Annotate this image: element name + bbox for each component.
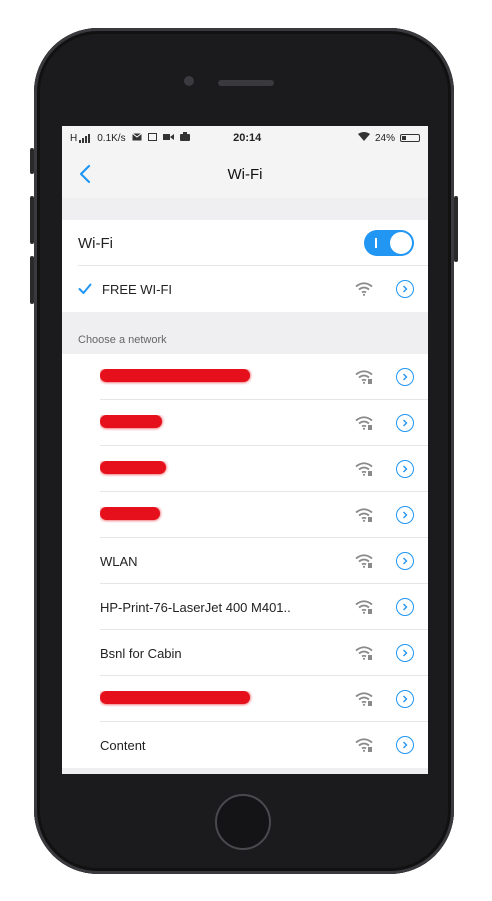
- info-icon[interactable]: [396, 460, 414, 478]
- wifi-locked-signal-icon: [352, 368, 376, 386]
- info-icon[interactable]: [396, 736, 414, 754]
- network-row[interactable]: Bsnl for Cabin: [62, 630, 428, 676]
- network-row[interactable]: [62, 400, 428, 446]
- info-icon[interactable]: [396, 506, 414, 524]
- earpiece-speaker: [218, 80, 274, 86]
- info-icon[interactable]: [396, 368, 414, 386]
- network-name: Content: [100, 737, 146, 753]
- wifi-toggle[interactable]: [364, 230, 414, 256]
- network-row[interactable]: [62, 492, 428, 538]
- wifi-locked-signal-icon: [352, 598, 376, 616]
- checkmark-icon: [78, 283, 98, 295]
- wifi-locked-signal-icon: [352, 460, 376, 478]
- battery-level: [402, 136, 406, 140]
- network-row[interactable]: [62, 354, 428, 400]
- net-speed: 0.1K/s: [97, 132, 126, 144]
- info-icon[interactable]: [396, 414, 414, 432]
- wifi-locked-signal-icon: [352, 736, 376, 754]
- redacted-network-name: [100, 507, 352, 523]
- video-icon: [162, 133, 174, 144]
- status-time: 20:14: [233, 132, 262, 144]
- wifi-signal-icon: [352, 280, 376, 298]
- choose-network-header: Choose a network: [62, 312, 428, 354]
- info-icon[interactable]: [396, 280, 414, 298]
- chevron-left-icon: [79, 164, 91, 184]
- wifi-settings-card: Wi-Fi FREE WI-FI: [62, 220, 428, 312]
- battery-icon: [400, 134, 420, 142]
- wifi-label: Wi-Fi: [78, 234, 113, 252]
- wifi-toggle-row: Wi-Fi: [62, 220, 428, 266]
- network-list: WLAN HP-Print-76-LaserJet 400 M401.. Bsnl …: [62, 354, 428, 768]
- redaction-mark: [100, 369, 250, 382]
- mail-icon: [131, 132, 142, 144]
- wifi-locked-signal-icon: [352, 690, 376, 708]
- front-camera: [184, 76, 194, 86]
- status-bar: H 0.1K/s 20:14 24%: [62, 126, 428, 150]
- redaction-mark: [100, 461, 166, 474]
- volume-down-button: [30, 256, 34, 304]
- network-name: HP-Print-76-LaserJet 400 M401..: [100, 599, 291, 615]
- redaction-mark: [100, 507, 160, 520]
- redacted-network-name: [100, 461, 352, 477]
- back-button[interactable]: [74, 162, 96, 186]
- section-gap: [62, 198, 428, 220]
- redacted-network-name: [100, 369, 352, 385]
- network-row[interactable]: [62, 446, 428, 492]
- info-icon[interactable]: [396, 552, 414, 570]
- wifi-status-icon: [357, 132, 370, 144]
- page-title: Wi-Fi: [227, 165, 263, 183]
- network-row[interactable]: HP-Print-76-LaserJet 400 M401..: [62, 584, 428, 630]
- network-type-label: H: [70, 132, 78, 144]
- mute-switch: [30, 148, 34, 174]
- network-row[interactable]: Content: [62, 722, 428, 768]
- home-button[interactable]: [215, 794, 271, 850]
- notification-icon: [147, 132, 157, 144]
- toggle-on-mark: [375, 238, 377, 248]
- redacted-network-name: [100, 415, 352, 431]
- power-button: [454, 196, 458, 262]
- network-row[interactable]: WLAN: [62, 538, 428, 584]
- info-icon[interactable]: [396, 644, 414, 662]
- network-name: Bsnl for Cabin: [100, 645, 182, 661]
- redaction-mark: [100, 691, 250, 704]
- wifi-locked-signal-icon: [352, 414, 376, 432]
- wifi-locked-signal-icon: [352, 506, 376, 524]
- connected-network-name: FREE WI-FI: [102, 281, 173, 297]
- app-icon: [179, 132, 190, 144]
- battery-percent: 24%: [374, 132, 395, 144]
- screen: H 0.1K/s 20:14 24% Wi-Fi Wi-Fi FREE WI-F…: [62, 126, 428, 774]
- network-name: WLAN: [100, 553, 138, 569]
- info-icon[interactable]: [396, 690, 414, 708]
- info-icon[interactable]: [396, 598, 414, 616]
- connected-network-row[interactable]: FREE WI-FI: [62, 266, 428, 312]
- signal-strength-icon: H: [70, 133, 91, 144]
- redaction-mark: [100, 415, 162, 428]
- wifi-locked-signal-icon: [352, 552, 376, 570]
- network-row[interactable]: [62, 676, 428, 722]
- nav-bar: Wi-Fi: [62, 150, 428, 198]
- toggle-knob: [390, 232, 412, 254]
- volume-up-button: [30, 196, 34, 244]
- wifi-locked-signal-icon: [352, 644, 376, 662]
- redacted-network-name: [100, 691, 352, 707]
